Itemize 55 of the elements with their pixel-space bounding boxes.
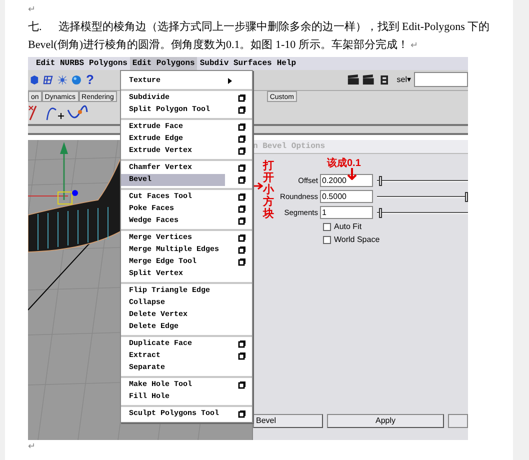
slider-thumb[interactable]	[378, 208, 382, 218]
option-box-icon[interactable]	[238, 246, 246, 254]
option-box-icon[interactable]	[238, 352, 246, 360]
checkbox[interactable]	[323, 236, 331, 244]
checkbox[interactable]	[323, 223, 331, 231]
cube-icon[interactable]	[29, 74, 40, 86]
help-icon[interactable]: ?	[84, 70, 96, 90]
option-box-icon[interactable]	[238, 147, 246, 155]
value-field[interactable]: 0.2000	[320, 174, 373, 187]
option-box-icon[interactable]	[238, 135, 246, 143]
film-clapper-icon[interactable]	[362, 74, 376, 86]
film-clapper-icon[interactable]	[346, 74, 360, 86]
slider[interactable]	[377, 208, 468, 218]
option-box-icon[interactable]	[238, 94, 246, 102]
value-field[interactable]: 1	[320, 206, 373, 219]
film-strip-icon[interactable]	[378, 74, 391, 86]
checkbox-label: Auto Fit	[334, 221, 362, 233]
lattice-icon[interactable]	[42, 74, 54, 86]
option-box-icon[interactable]	[238, 340, 246, 348]
option-box-icon[interactable]	[238, 176, 246, 184]
dialog-button[interactable]: Bevel	[253, 414, 323, 428]
menu-bar-item[interactable]: Polygons	[87, 57, 130, 70]
option-box-icon[interactable]	[238, 205, 246, 213]
selection-field[interactable]	[414, 72, 468, 88]
option-box-icon[interactable]	[238, 106, 246, 114]
menu-bar-item[interactable]: Edit NURBS	[34, 57, 86, 70]
arrow-icon	[347, 168, 357, 180]
menu-bar-item[interactable]: Subdiv Surfaces	[198, 57, 274, 70]
slider-thumb[interactable]	[465, 192, 468, 202]
annotation-text: 该成0.1	[327, 156, 361, 171]
paragraph-text: 七. 选择模型的棱角边（选择方式同上一步骤中删除多余的边一样），找到 Edit-Polygons 下的 Bevel(倒角)进行棱角的圆滑。倒角度数为0.1。如图 1-10 所示。车架部分完成！ ↵	[28, 20, 491, 53]
menu-bar-item[interactable]: Edit Polygons	[130, 57, 197, 70]
annotation-text: 打开小方块	[263, 160, 274, 220]
checkbox-label: World Space	[334, 234, 380, 246]
value-field[interactable]: 0.5000	[320, 190, 373, 203]
option-box-icon[interactable]	[238, 258, 246, 266]
dialog-button[interactable]: Apply	[327, 414, 444, 428]
slider[interactable]	[377, 192, 468, 202]
option-box-icon[interactable]	[238, 234, 246, 242]
star-burst-icon[interactable]	[56, 74, 68, 86]
option-box-icon[interactable]	[238, 410, 246, 418]
option-box-icon[interactable]	[238, 123, 246, 131]
sphere-icon[interactable]	[70, 74, 82, 86]
option-box-icon[interactable]	[238, 193, 246, 201]
slider-thumb[interactable]	[378, 176, 382, 186]
option-box-icon[interactable]	[238, 217, 246, 225]
paragraph-mark: ↵	[28, 3, 37, 16]
option-box-icon[interactable]	[238, 381, 246, 389]
submenu-arrow-icon	[228, 78, 232, 84]
slider[interactable]	[377, 176, 468, 186]
paragraph-mark: ↵	[28, 440, 37, 452]
menu-bar-item[interactable]: Help	[274, 57, 298, 70]
sel-dropdown[interactable]: sel▾	[396, 74, 411, 86]
option-box-icon[interactable]	[238, 164, 246, 172]
dialog-button[interactable]	[448, 414, 468, 428]
